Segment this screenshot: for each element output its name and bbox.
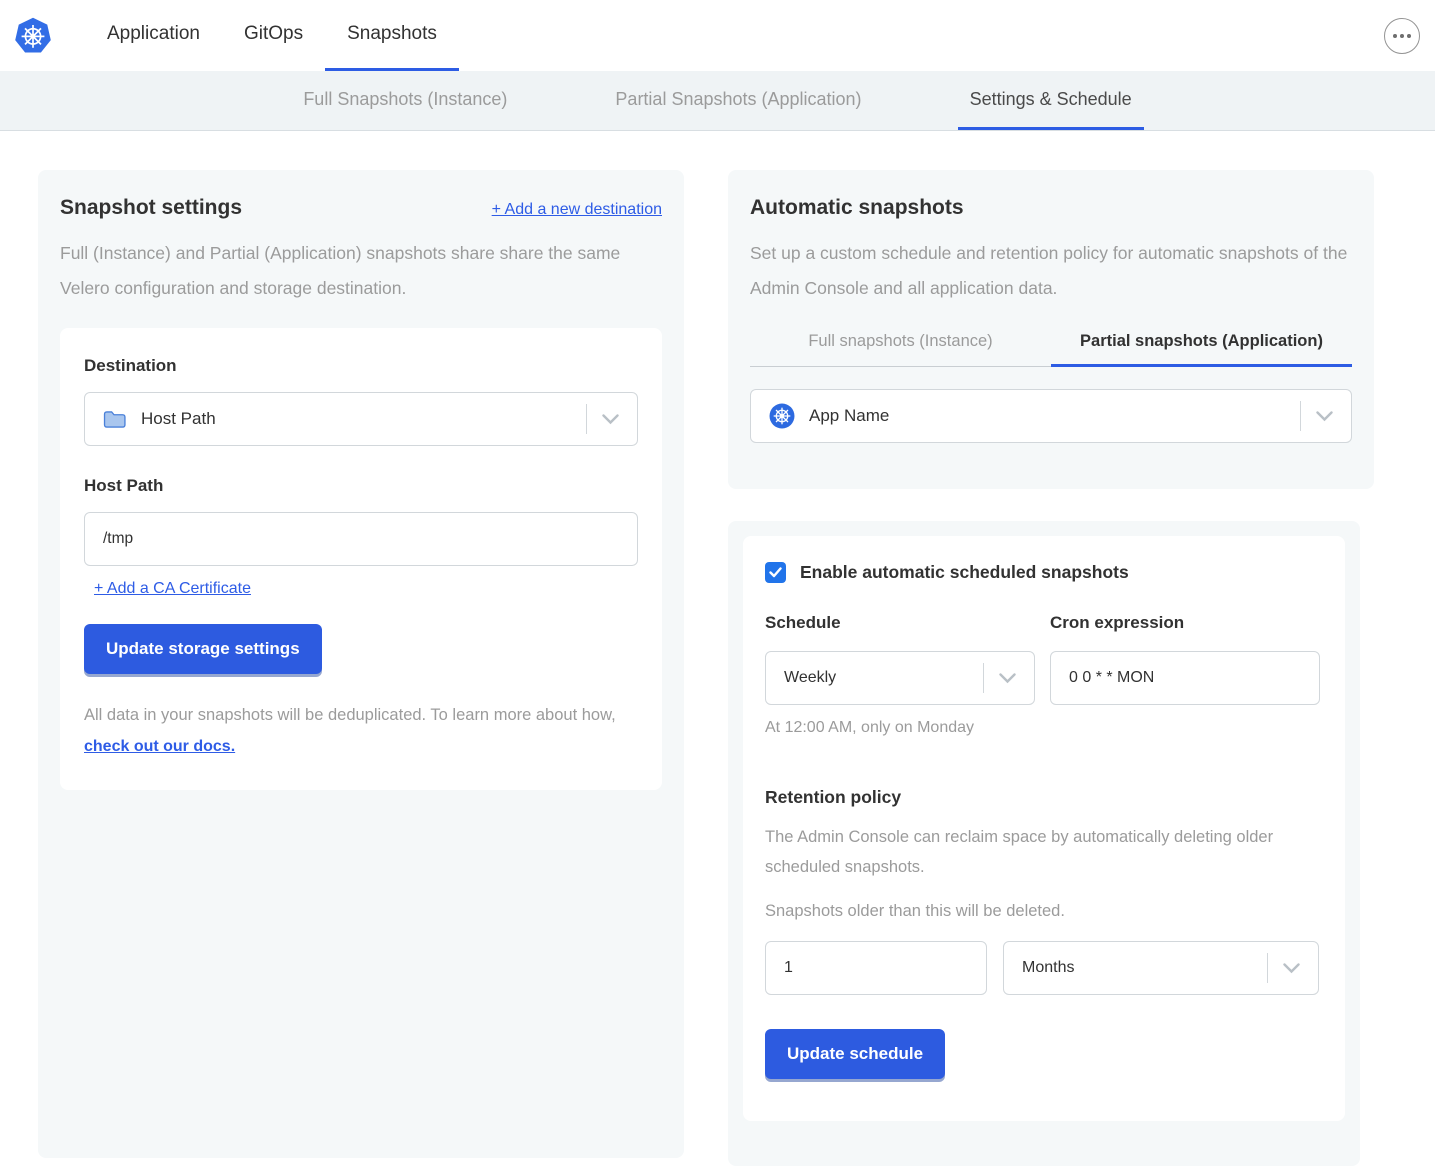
schedule-panel: Enable automatic scheduled snapshots Sch… [743,536,1345,1121]
kubernetes-logo [14,17,52,55]
snapshot-type-tabs: Full snapshots (Instance) Partial snapsh… [750,332,1352,367]
chevron-down-icon [999,673,1016,684]
tab-partial-snapshots[interactable]: Partial Snapshots (Application) [603,71,873,130]
snapshot-settings-title: Snapshot settings [60,196,242,220]
schedule-interval-value: Weekly [784,669,836,687]
host-path-input[interactable] [84,512,638,566]
schedule-card: Enable automatic scheduled snapshots Sch… [728,521,1360,1166]
retention-value-input[interactable] [765,941,987,995]
main-content: Snapshot settings + Add a new destinatio… [0,131,1435,1166]
host-path-label: Host Path [84,476,638,496]
snapshot-settings-card: Snapshot settings + Add a new destinatio… [38,170,684,1158]
nav-item-snapshots[interactable]: Snapshots [325,0,459,71]
tab-settings-schedule[interactable]: Settings & Schedule [958,71,1144,130]
chevron-down-icon [1283,963,1300,974]
destination-select-value: Host Path [141,409,216,429]
ellipsis-icon [1393,34,1397,38]
chevron-down-icon [1316,411,1333,422]
app-select[interactable]: App Name [750,389,1352,443]
enable-snapshots-label: Enable automatic scheduled snapshots [800,562,1129,583]
tab-full-snapshots[interactable]: Full Snapshots (Instance) [291,71,519,130]
check-icon [769,567,782,578]
retention-policy-title: Retention policy [765,787,1323,808]
folder-icon [103,410,126,429]
snapshot-settings-description: Full (Instance) and Partial (Application… [60,236,662,306]
enable-snapshots-checkbox[interactable] [765,562,786,583]
tab-partial-snapshots-application[interactable]: Partial snapshots (Application) [1051,332,1352,367]
automatic-snapshots-description: Set up a custom schedule and retention p… [750,236,1352,306]
top-navbar: Application GitOps Snapshots [0,0,1435,71]
retention-hint: Snapshots older than this will be delete… [765,902,1323,921]
add-destination-link[interactable]: + Add a new destination [492,201,662,219]
add-ca-certificate-link[interactable]: + Add a CA Certificate [94,580,251,597]
docs-link[interactable]: check out our docs. [84,738,235,755]
storage-settings-panel: Destination Host Path Host Path + Add a … [60,328,662,790]
retention-policy-description: The Admin Console can reclaim space by a… [765,822,1323,882]
automatic-snapshots-title: Automatic snapshots [750,196,1352,220]
cron-expression-input[interactable] [1050,651,1320,705]
update-storage-settings-button[interactable]: Update storage settings [84,624,322,674]
app-select-value: App Name [809,406,889,426]
retention-unit-select[interactable]: Months [1003,941,1319,995]
nav-item-gitops[interactable]: GitOps [222,0,325,71]
destination-label: Destination [84,356,638,376]
cron-readable-text: At 12:00 AM, only on Monday [765,719,1323,737]
destination-select[interactable]: Host Path [84,392,638,446]
main-nav: Application GitOps Snapshots [85,0,459,71]
tab-full-snapshots-instance[interactable]: Full snapshots (Instance) [750,332,1051,367]
nav-item-application[interactable]: Application [85,0,222,71]
app-kubernetes-icon [769,403,795,429]
overflow-menu-button[interactable] [1384,18,1420,54]
automatic-snapshots-card: Automatic snapshots Set up a custom sche… [728,170,1374,489]
retention-unit-value: Months [1022,959,1074,977]
schedule-interval-select[interactable]: Weekly [765,651,1035,705]
snapshots-subnav: Full Snapshots (Instance) Partial Snapsh… [0,71,1435,131]
schedule-label: Schedule [765,613,1035,633]
cron-expression-label: Cron expression [1050,613,1320,633]
update-schedule-button[interactable]: Update schedule [765,1029,945,1079]
dedup-note: All data in your snapshots will be dedup… [84,700,638,762]
chevron-down-icon [602,414,619,425]
